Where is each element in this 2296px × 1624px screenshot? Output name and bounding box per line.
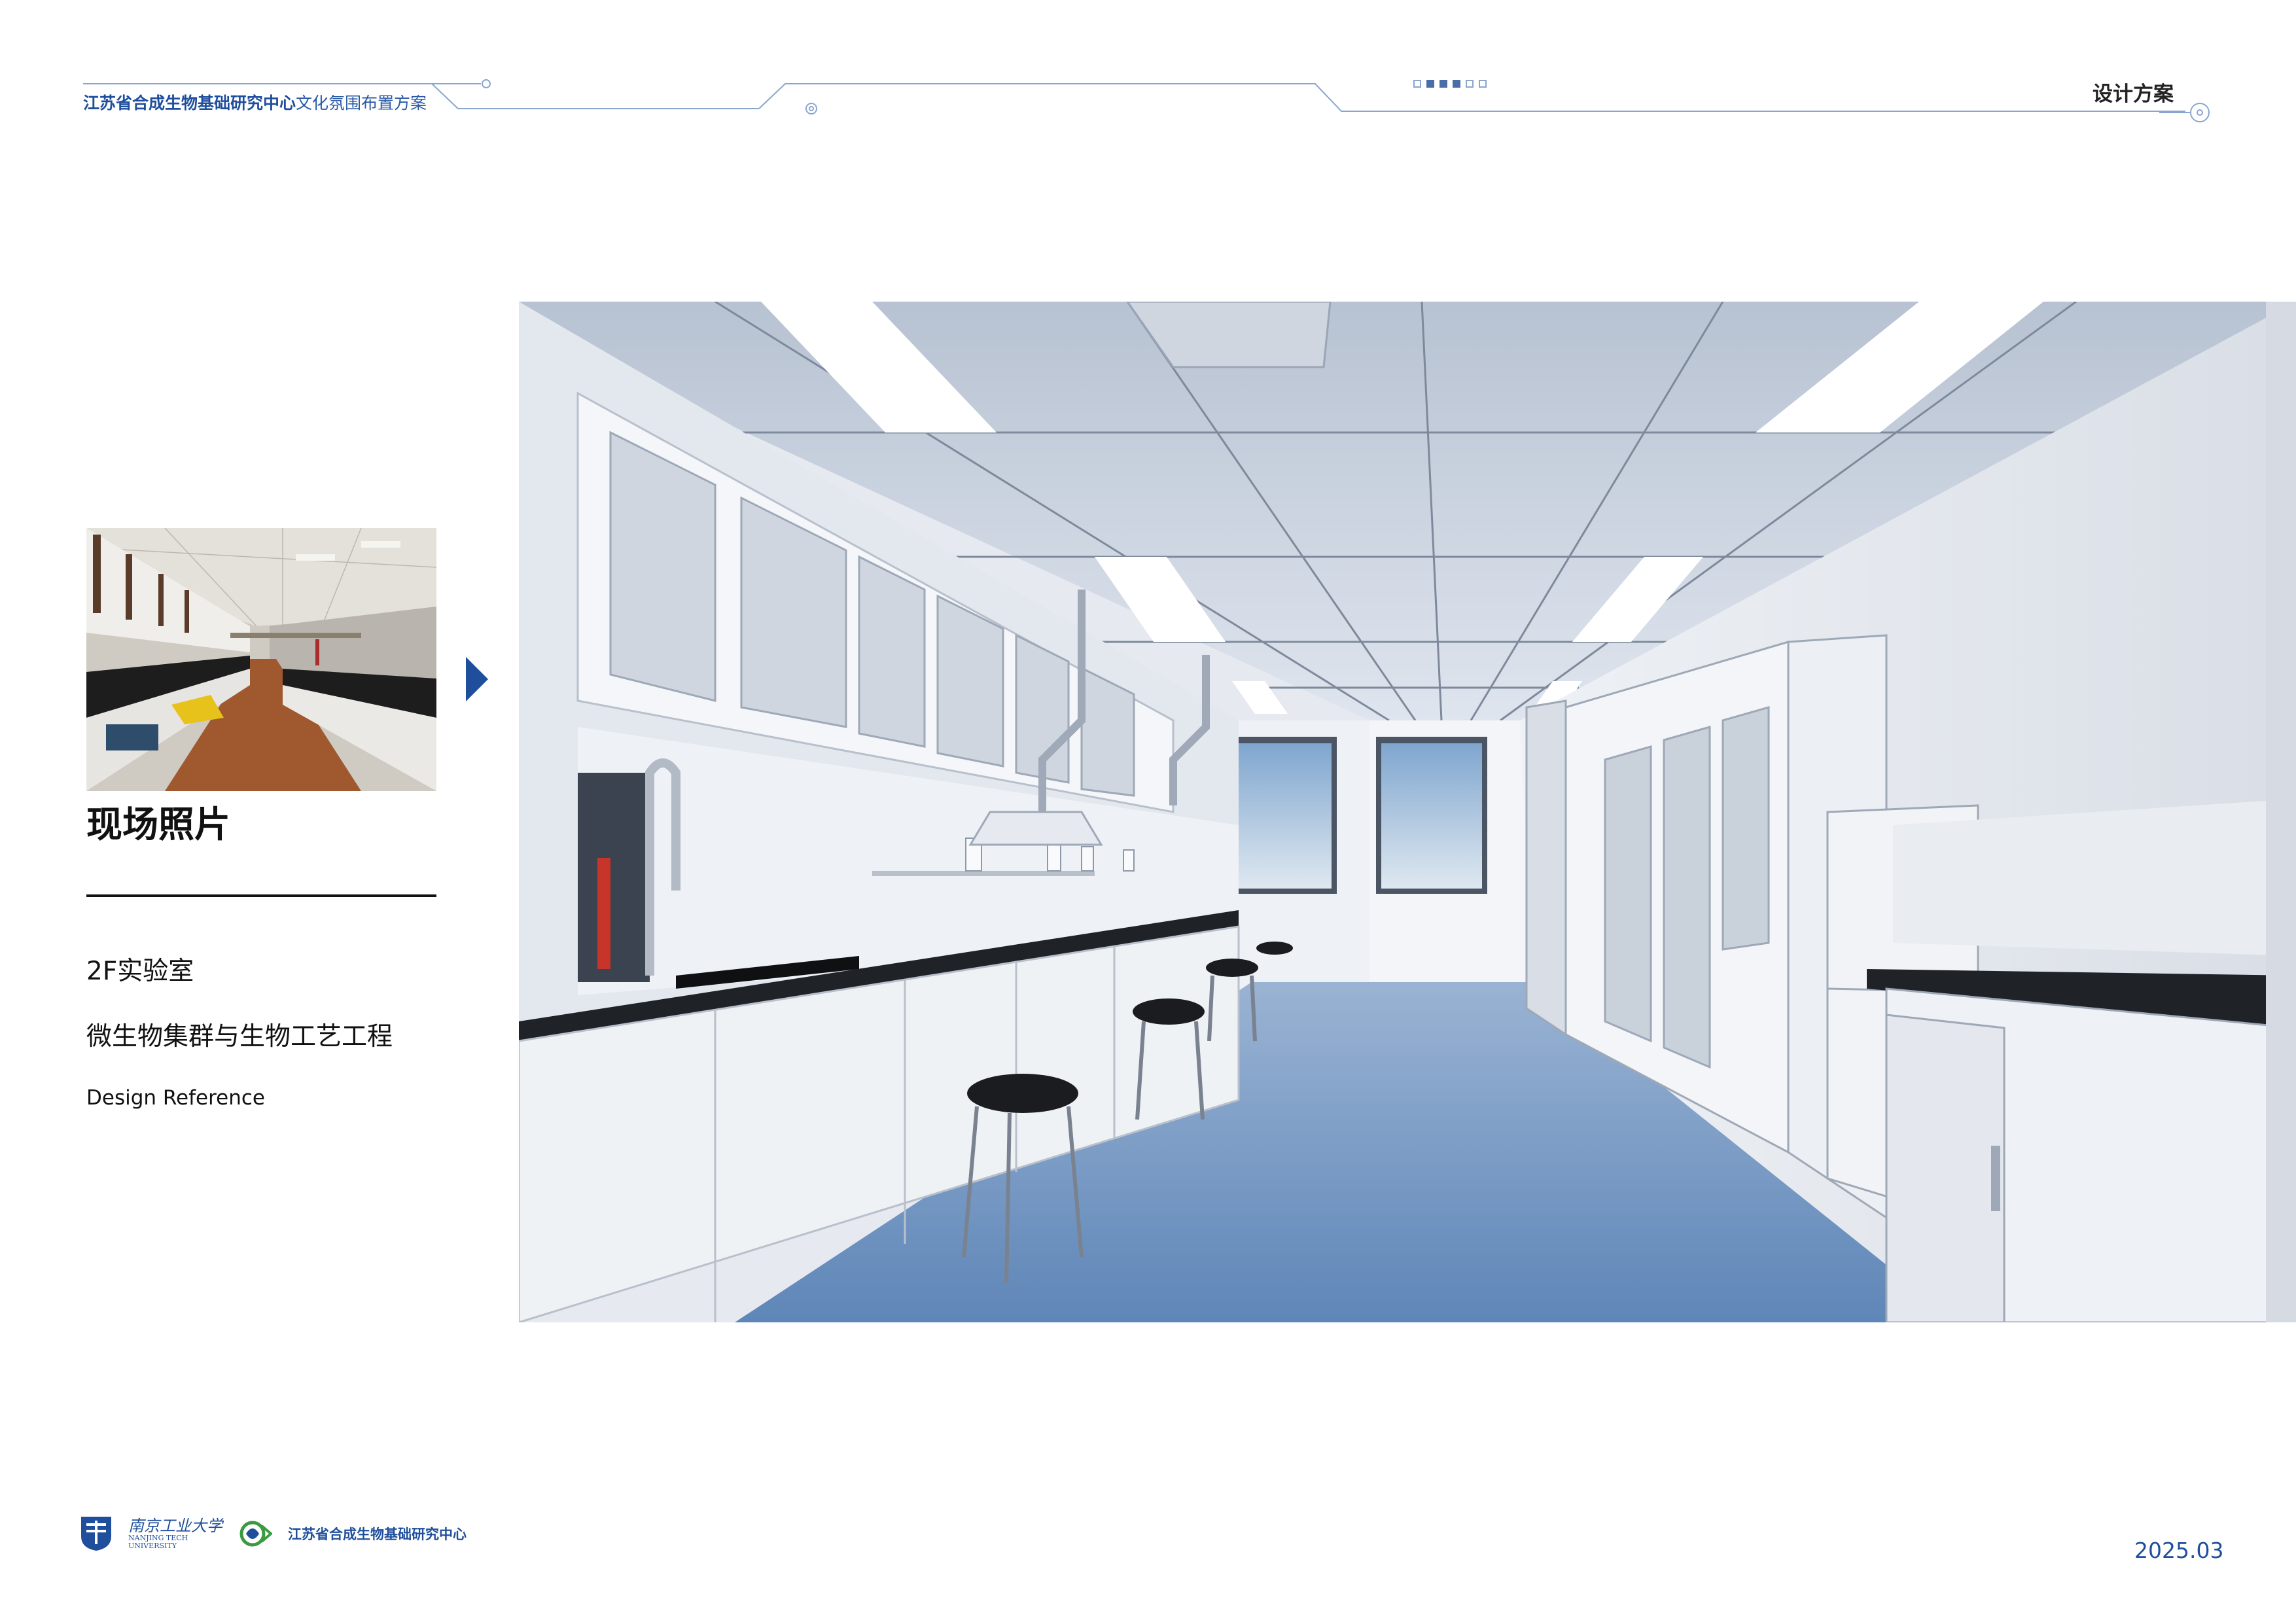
progress-dot — [1453, 80, 1460, 88]
progress-dot — [1439, 80, 1447, 88]
photo-label: 现场照片 — [86, 803, 231, 845]
department-name: 微生物集群与生物工艺工程 — [86, 1022, 393, 1051]
arrow-right-icon — [466, 657, 488, 701]
header-title-bold: 江苏省合成生物基础研究中心 — [83, 94, 296, 113]
progress-dot — [1466, 80, 1474, 88]
site-photo — [86, 528, 436, 791]
progress-dot — [1479, 80, 1487, 88]
design-reference-label: Design Reference — [86, 1086, 265, 1110]
progress-dot — [1413, 80, 1421, 88]
footer-logos: 南京工业大学 NANJING TECH UNIVERSITY 江苏省合成生物基础… — [80, 1515, 467, 1552]
university-name-cn: 南京工业大学 — [128, 1516, 222, 1535]
progress-dot — [1426, 80, 1434, 88]
header-title: 江苏省合成生物基础研究中心文化氛围布置方案 — [83, 90, 427, 114]
page-progress-dots — [1413, 80, 1487, 88]
section-title: 设计方案 — [2093, 82, 2174, 106]
university-name: 南京工业大学 NANJING TECH UNIVERSITY — [128, 1517, 222, 1551]
lab-rendering — [519, 302, 2296, 1322]
divider — [86, 894, 436, 897]
university-logo — [81, 1517, 111, 1551]
document-date: 2025.03 — [2134, 1538, 2224, 1563]
center-name: 江苏省合成生物基础研究中心 — [288, 1527, 467, 1542]
university-name-en-2: UNIVERSITY — [128, 1542, 177, 1551]
room-name: 2F实验室 — [86, 957, 194, 986]
header-title-light: 文化氛围布置方案 — [296, 94, 427, 113]
center-logo — [239, 1521, 272, 1547]
